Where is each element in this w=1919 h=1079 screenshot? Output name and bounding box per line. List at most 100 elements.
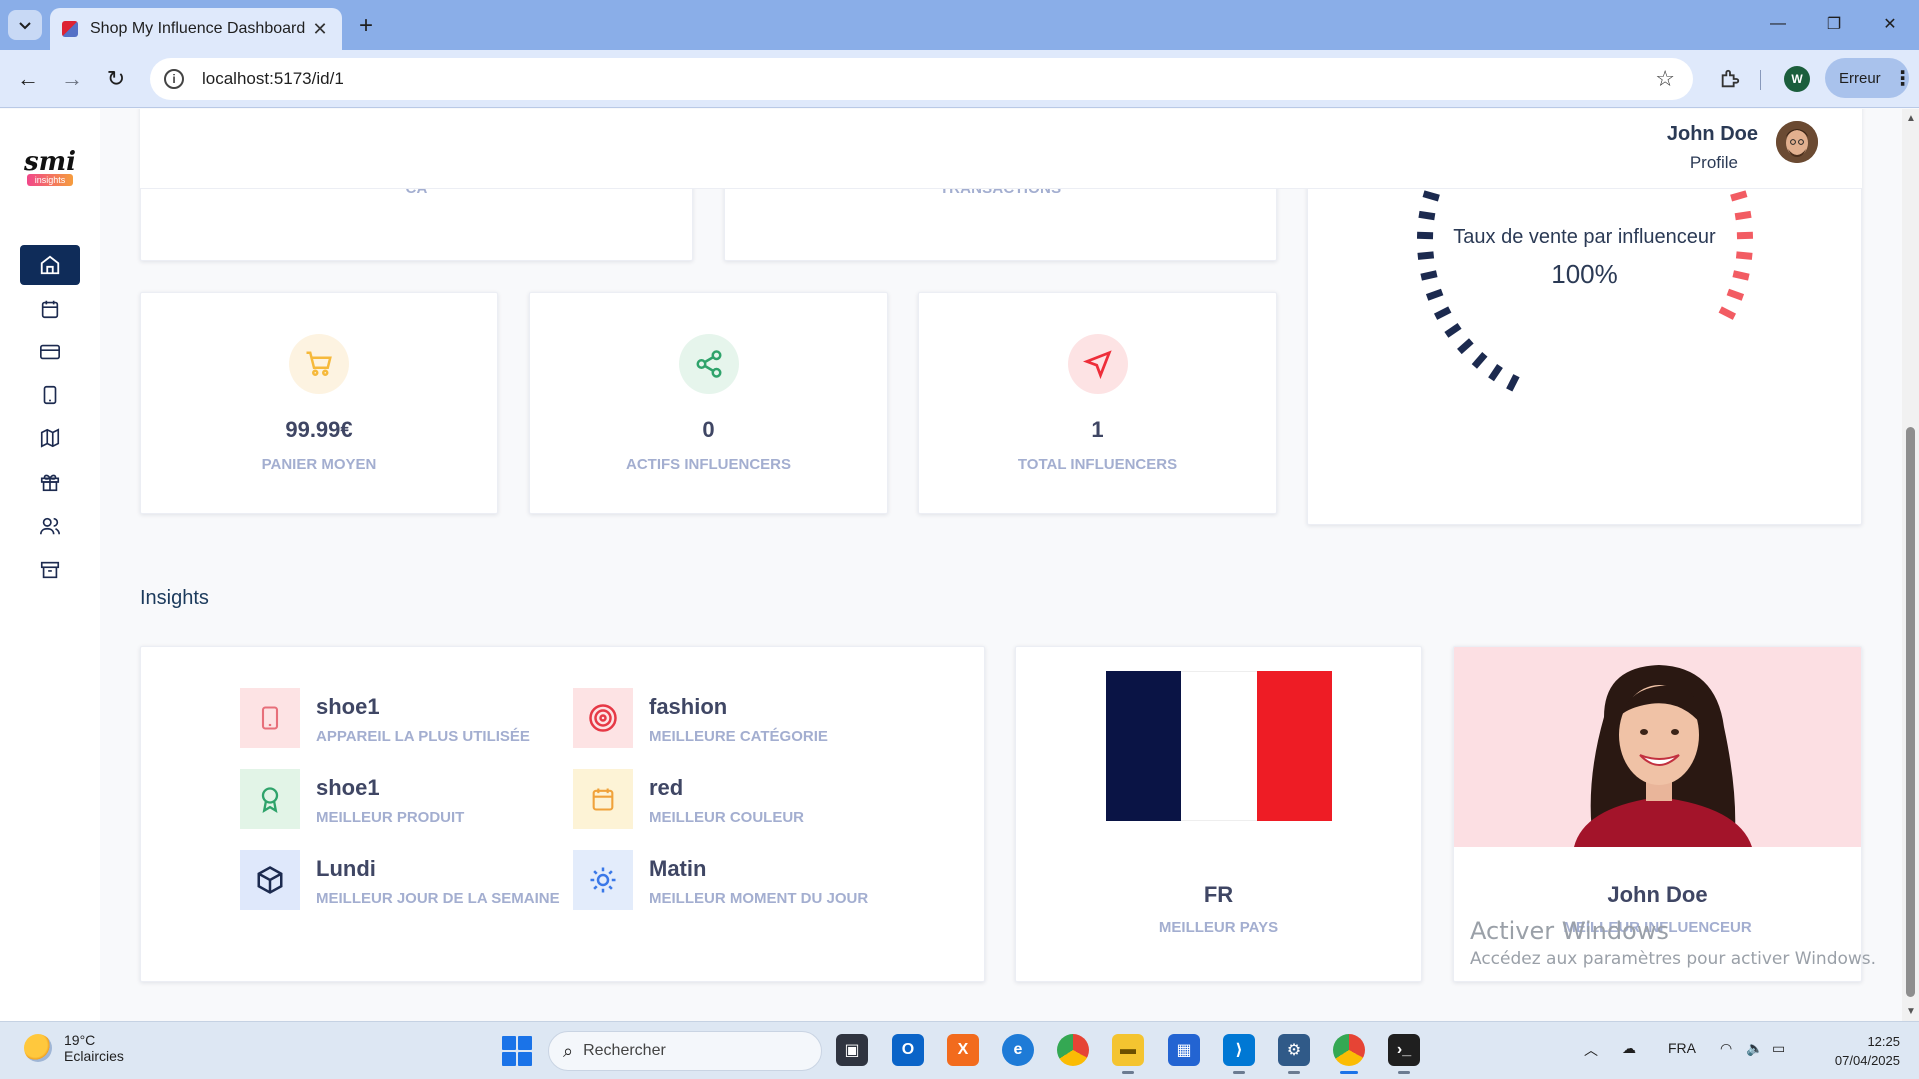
profile-avatar[interactable]: W: [1784, 66, 1810, 92]
app-header: John Doe Profile: [140, 109, 1862, 189]
profile-error-button[interactable]: Erreur ⋮: [1825, 58, 1913, 98]
page-scrollbar[interactable]: ▲ ▼: [1902, 109, 1919, 1021]
minimize-button[interactable]: —: [1756, 8, 1800, 40]
tray-chevron-icon[interactable]: ︿: [1584, 1040, 1598, 1060]
app-viewport: smi insights CA TRANSACTIONS: [0, 109, 1919, 1021]
sun-icon: [590, 867, 616, 893]
forward-button[interactable]: →: [56, 63, 88, 95]
app-logo[interactable]: smi insights: [24, 147, 77, 187]
weather-widget[interactable]: 19°C Eclaircies: [24, 1032, 124, 1064]
users-icon: [40, 517, 60, 535]
outlook-icon[interactable]: O: [892, 1034, 924, 1066]
file-explorer-icon[interactable]: ▬: [1112, 1034, 1144, 1074]
sidebar-item-calendar[interactable]: [20, 289, 80, 329]
influencer-portrait-icon: [1574, 665, 1752, 847]
credit-card-icon: [40, 344, 60, 360]
address-bar[interactable]: i localhost:5173/id/1 ☆: [150, 58, 1693, 100]
box-icon: [257, 866, 283, 894]
gauge-value: 100%: [1551, 259, 1618, 289]
language-indicator[interactable]: FRA: [1668, 1040, 1696, 1056]
insight-label: MEILLEUR JOUR DE LA SEMAINE: [316, 890, 560, 907]
logo-text: smi: [24, 147, 77, 177]
xampp-icon[interactable]: X: [947, 1034, 979, 1066]
scroll-down-icon[interactable]: ▼: [1906, 1006, 1916, 1017]
watermark-line-2: Accédez aux paramètres pour activer Wind…: [1470, 949, 1877, 969]
site-info-icon[interactable]: i: [164, 69, 184, 89]
sidebar-item-archive[interactable]: [20, 550, 80, 590]
battery-icon[interactable]: ▭: [1772, 1040, 1785, 1057]
gauge-segment-dark: [1457, 338, 1474, 355]
url-text[interactable]: localhost:5173/id/1: [202, 69, 1655, 89]
gauge-segment-dark: [1471, 352, 1488, 369]
gift-icon: [40, 474, 60, 492]
close-window-button[interactable]: ✕: [1868, 8, 1912, 40]
user-name: John Doe: [1666, 123, 1758, 145]
bookmark-star-icon[interactable]: ☆: [1655, 66, 1675, 92]
start-button[interactable]: [502, 1036, 532, 1066]
scrollbar-thumb[interactable]: [1906, 427, 1915, 997]
weather-temp: 19°C: [64, 1032, 96, 1048]
extensions-icon[interactable]: [1715, 64, 1745, 94]
insight-label: APPAREIL LA PLUS UTILISÉE: [316, 728, 530, 745]
stat-label: PANIER MOYEN: [261, 456, 377, 473]
chrome-profile-icon[interactable]: [1333, 1034, 1365, 1074]
gauge-segment-dark: [1433, 306, 1452, 320]
browser-toolbar: ← → ↻ i localhost:5173/id/1 ☆ W Erreur ⋮: [0, 50, 1919, 108]
restore-button[interactable]: ❐: [1812, 8, 1856, 40]
weather-desc: Eclaircies: [64, 1048, 124, 1064]
tab-search-button[interactable]: [8, 10, 42, 40]
stat-value: 0: [702, 417, 715, 442]
vscode-icon[interactable]: ⟩: [1223, 1034, 1255, 1074]
chrome-icon[interactable]: [1057, 1034, 1089, 1066]
stat-icon-wrap: [289, 334, 349, 394]
user-profile-link[interactable]: Profile: [1690, 153, 1738, 173]
insight-icon-wrap: [240, 769, 300, 829]
stat-card-panier-moyen: 99.99€ PANIER MOYEN: [140, 292, 498, 514]
terminal-icon[interactable]: ›_: [1388, 1034, 1420, 1074]
mysql-workbench-icon[interactable]: ⚙: [1278, 1034, 1310, 1074]
new-tab-button[interactable]: +: [352, 12, 380, 40]
sidebar-item-map[interactable]: [20, 418, 80, 458]
onedrive-icon[interactable]: ☁: [1622, 1040, 1636, 1057]
sidebar-item-payments[interactable]: [20, 332, 80, 372]
tab-favicon-icon: [62, 21, 78, 37]
gauge-segment-red: [1730, 190, 1748, 202]
gauge-title: Taux de vente par influenceur: [1453, 226, 1716, 248]
stat-card-actifs-influencers: 0 ACTIFS INFLUENCERS: [529, 292, 888, 514]
sidebar-item-users[interactable]: [20, 506, 80, 546]
edge-icon[interactable]: e: [1002, 1034, 1034, 1066]
insight-value: Lundi: [316, 856, 376, 881]
sidebar-item-gifts[interactable]: [20, 462, 80, 502]
volume-icon[interactable]: 🔈: [1746, 1040, 1763, 1057]
country-label: MEILLEUR PAYS: [1158, 919, 1279, 936]
insights-card: shoe1 APPAREIL LA PLUS UTILISÉE fashion …: [140, 646, 985, 982]
tablet-icon: [43, 385, 57, 405]
wifi-icon[interactable]: ◠: [1720, 1040, 1732, 1057]
browser-tab-active[interactable]: Shop My Influence Dashboard ✕: [50, 8, 342, 50]
avatar-face-icon: [1776, 121, 1818, 163]
gauge-segment-dark: [1444, 322, 1462, 338]
sidebar-item-home[interactable]: [20, 245, 80, 285]
gauge-segment-dark: [1418, 210, 1436, 221]
map-icon: [40, 428, 60, 448]
back-button[interactable]: ←: [12, 63, 44, 95]
insight-value: Matin: [649, 856, 707, 881]
home-icon: [40, 255, 60, 275]
scroll-up-icon[interactable]: ▲: [1906, 113, 1916, 124]
task-view-icon[interactable]: ▣: [836, 1034, 868, 1066]
sidebar-item-devices[interactable]: [20, 375, 80, 415]
user-avatar[interactable]: [1776, 121, 1818, 163]
more-menu-icon[interactable]: ⋮: [1893, 66, 1913, 91]
award-icon: [261, 787, 279, 813]
country-code: FR: [1203, 882, 1234, 907]
cart-icon: [306, 351, 332, 376]
taskbar-search[interactable]: ⌕ Rechercher: [548, 1031, 822, 1071]
reload-button[interactable]: ↻: [100, 63, 132, 95]
influencer-name: John Doe: [1607, 882, 1708, 907]
store-icon[interactable]: ▦: [1168, 1034, 1200, 1066]
insight-value: shoe1: [316, 694, 380, 719]
insight-weekday: Lundi MEILLEUR JOUR DE LA SEMAINE: [240, 850, 560, 912]
taskbar-clock[interactable]: 12:25 07/04/2025: [1816, 1032, 1900, 1070]
tab-close-icon[interactable]: ✕: [310, 19, 330, 40]
insight-device: shoe1 APPAREIL LA PLUS UTILISÉE: [240, 688, 540, 750]
